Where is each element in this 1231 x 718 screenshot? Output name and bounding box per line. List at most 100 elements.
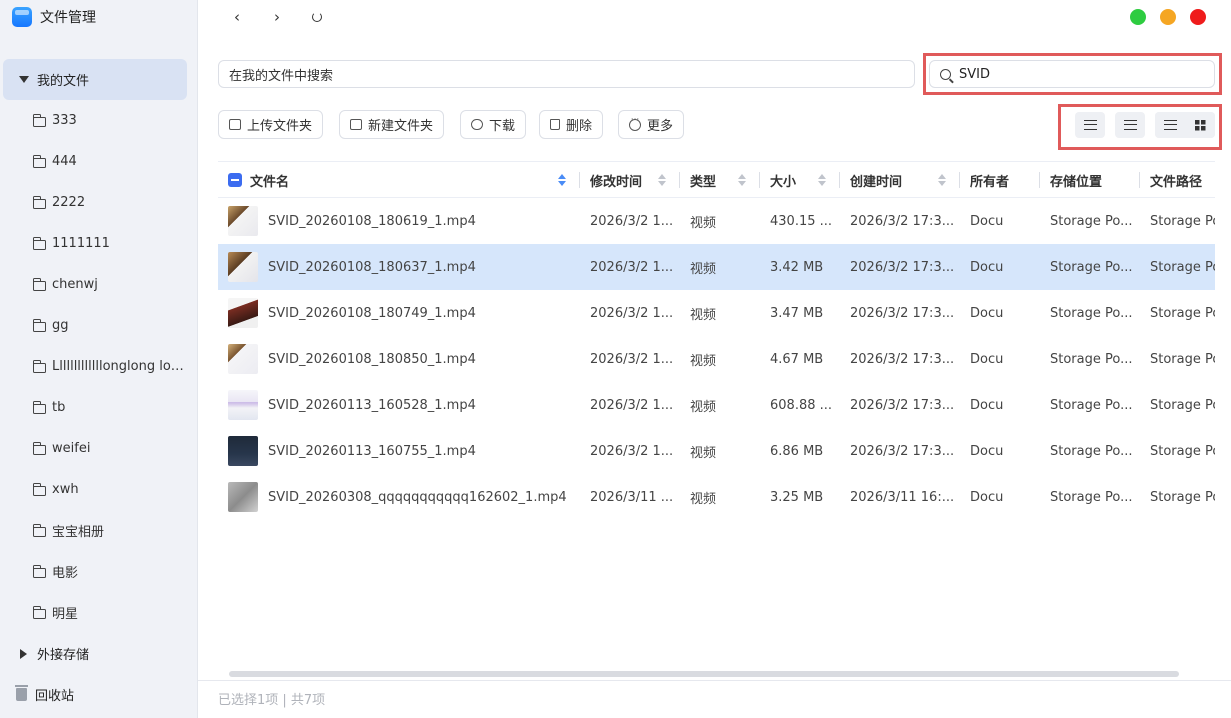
horizontal-scrollbar[interactable] <box>229 671 1179 677</box>
column-header-storage[interactable]: 存储位置 <box>1040 162 1140 198</box>
sidebar-folder[interactable]: 333 <box>0 100 197 141</box>
caret-down-icon[interactable] <box>19 76 29 83</box>
sort-indicator-icon[interactable] <box>818 174 826 186</box>
cell-text: Storage Po... <box>1050 443 1133 459</box>
delete-button[interactable]: 删除 <box>539 110 604 139</box>
column-header-path[interactable]: 文件路径 <box>1140 162 1215 198</box>
cell-storage: Storage Po... <box>1040 474 1140 520</box>
table-row[interactable]: SVID_20260113_160528_1.mp4 2026/3/2 1... 视… <box>218 382 1215 428</box>
new-folder-button[interactable]: 新建文件夹 <box>339 110 445 139</box>
sort-indicator-icon[interactable] <box>738 174 746 186</box>
table-row[interactable]: SVID_20260108_180637_1.mp4 2026/3/2 1... 视… <box>218 244 1215 290</box>
folder-icon <box>32 359 46 373</box>
column-header-label: 存储位置 <box>1050 174 1103 190</box>
refresh-icon <box>312 12 322 22</box>
table-row[interactable]: SVID_20260108_180850_1.mp4 2026/3/2 1... 视… <box>218 336 1215 382</box>
sidebar-item-external-storage[interactable]: 外接存储 <box>0 633 89 674</box>
table-row[interactable]: SVID_20260308_qqqqqqqqqqq162602_1.mp4 202… <box>218 474 1215 520</box>
cell-text: 2026/3/2 1... <box>590 397 674 413</box>
table-row[interactable]: SVID_20260108_180749_1.mp4 2026/3/2 1... 视… <box>218 290 1215 336</box>
table-row[interactable]: SVID_20260108_180619_1.mp4 2026/3/2 1... 视… <box>218 198 1215 244</box>
cell-text: 视频 <box>690 307 717 323</box>
sidebar: 文件管理 我的文件 333 444 2222 1111111 chenwj gg… <box>0 0 198 718</box>
folder-label: 444 <box>52 154 77 169</box>
cell-text: Storage Po... <box>1050 305 1133 321</box>
sort-indicator-icon[interactable] <box>938 174 946 186</box>
list-view-button[interactable] <box>1155 112 1185 138</box>
cell-text: 2026/3/2 1... <box>590 213 674 229</box>
cell-storage: Storage Po... <box>1040 336 1140 382</box>
more-button[interactable]: 更多 <box>618 110 685 139</box>
sidebar-item-trash[interactable]: 回收站 <box>0 674 74 715</box>
cell-type: 视频 <box>680 474 760 520</box>
maximize-button[interactable] <box>1130 9 1146 25</box>
forward-button[interactable]: › <box>266 6 288 28</box>
column-header-modified[interactable]: 修改时间 <box>580 162 680 198</box>
sort-button[interactable] <box>1115 112 1145 138</box>
download-button[interactable]: 下载 <box>460 110 527 139</box>
caret-right-icon[interactable] <box>20 648 27 659</box>
video-thumbnail-icon <box>228 252 258 282</box>
video-thumbnail-icon <box>228 390 258 420</box>
sidebar-folder[interactable]: 444 <box>0 141 197 182</box>
sidebar-item-label: 外接存储 <box>37 648 90 663</box>
sort-indicator-icon[interactable] <box>658 174 666 186</box>
cell-modified: 2026/3/2 1... <box>580 198 680 244</box>
back-button[interactable]: ‹ <box>226 6 248 28</box>
column-header-type[interactable]: 类型 <box>680 162 760 198</box>
column-header-label: 文件名 <box>250 174 290 190</box>
sidebar-folder[interactable]: 电影 <box>0 551 197 592</box>
sidebar-folder[interactable]: 2222 <box>0 182 197 223</box>
new-folder-icon <box>350 119 362 130</box>
refresh-button[interactable] <box>306 6 328 28</box>
sidebar-item-label: 回收站 <box>35 689 75 704</box>
upload-folder-button[interactable]: 上传文件夹 <box>218 110 324 139</box>
close-button[interactable] <box>1190 9 1206 25</box>
cell-text: 视频 <box>690 491 717 507</box>
scope-search-input[interactable]: 在我的文件中搜索 <box>218 60 915 88</box>
grid-view-button[interactable] <box>1185 112 1215 138</box>
cell-text: Storage Po <box>1150 259 1215 275</box>
folder-icon <box>32 523 46 537</box>
column-header-owner[interactable]: 所有者 <box>960 162 1040 198</box>
minimize-button[interactable] <box>1160 9 1176 25</box>
file-table: 文件名 修改时间 类型 大小 创建时间 所有者 存储位置 文件路径 SVID_2… <box>218 161 1215 666</box>
column-settings-button[interactable] <box>1075 112 1105 138</box>
sidebar-folder[interactable]: weifei <box>0 428 197 469</box>
cell-storage: Storage Po... <box>1040 290 1140 336</box>
cell-text: Storage Po <box>1150 489 1215 505</box>
sidebar-folder[interactable]: xwh <box>0 469 197 510</box>
more-icon <box>629 114 641 131</box>
search-input[interactable]: SVID <box>929 60 1215 88</box>
cell-text: Docu <box>970 213 1004 229</box>
sidebar-folder[interactable]: gg <box>0 305 197 346</box>
sidebar-folder[interactable]: 宝宝相册 <box>0 510 197 551</box>
cell-size: 430.15 ... <box>760 198 840 244</box>
cell-text: Docu <box>970 351 1004 367</box>
sidebar-folder[interactable]: 明星 <box>0 592 197 633</box>
column-header-created[interactable]: 创建时间 <box>840 162 960 198</box>
folder-icon <box>32 113 46 127</box>
cell-text: Docu <box>970 397 1004 413</box>
sidebar-item-my-files[interactable]: 我的文件 <box>3 59 187 100</box>
cell-text: 视频 <box>690 445 717 461</box>
cell-text: 2026/3/2 17:3... <box>850 443 955 459</box>
folder-icon <box>32 605 46 619</box>
sidebar-folder[interactable]: tb <box>0 387 197 428</box>
column-header-size[interactable]: 大小 <box>760 162 840 198</box>
cell-text: SVID_20260113_160755_1.mp4 <box>268 443 476 459</box>
sort-indicator-icon[interactable] <box>558 174 566 186</box>
cell-text: 608.88 ... <box>770 397 833 413</box>
column-header-name[interactable]: 文件名 <box>218 162 580 198</box>
cell-name: SVID_20260108_180850_1.mp4 <box>218 336 580 382</box>
table-row[interactable]: SVID_20260113_160755_1.mp4 2026/3/2 1... 视… <box>218 428 1215 474</box>
sidebar-folder[interactable]: Lllllllllllllonglong lon... <box>0 346 197 387</box>
cell-text: Storage Po... <box>1050 397 1133 413</box>
table-header: 文件名 修改时间 类型 大小 创建时间 所有者 存储位置 文件路径 <box>218 161 1215 198</box>
select-all-checkbox[interactable] <box>228 173 242 187</box>
column-header-label: 大小 <box>770 174 797 190</box>
sidebar-folder[interactable]: chenwj <box>0 264 197 305</box>
cell-storage: Storage Po... <box>1040 244 1140 290</box>
cell-text: 2026/3/2 1... <box>590 259 674 275</box>
sidebar-folder[interactable]: 1111111 <box>0 223 197 264</box>
